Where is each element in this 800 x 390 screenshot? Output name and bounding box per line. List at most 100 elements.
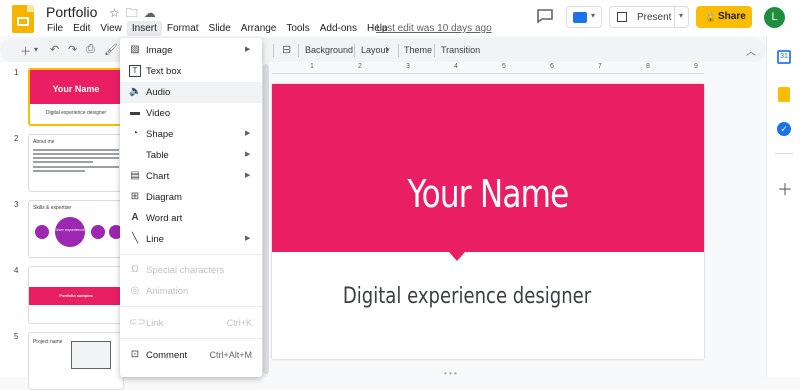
slide-number: 4 — [14, 266, 19, 275]
move-folder-icon[interactable]: 🗀 — [126, 6, 138, 20]
meet-button[interactable]: ▾ — [566, 6, 602, 28]
menu-file[interactable]: File — [42, 21, 68, 36]
new-slide-chevron-icon[interactable]: ▾ — [34, 45, 38, 54]
chevron-down-icon: ▾ — [591, 11, 596, 20]
submenu-arrow-icon: ▶ — [245, 151, 251, 158]
get-add-ons-icon[interactable]: ＋ — [777, 176, 793, 200]
menu-item-video[interactable]: ▬ Video — [120, 103, 262, 124]
menu-edit[interactable]: Edit — [68, 21, 95, 36]
share-button[interactable]: 🔒 Share — [696, 6, 752, 28]
menu-item-line[interactable]: ╲ Line ▶ — [120, 229, 262, 250]
menu-item-word-art[interactable]: A Word art — [120, 208, 262, 229]
scrollbar-thumb[interactable] — [263, 64, 269, 374]
menu-item-audio[interactable]: 🔈 Audio — [120, 82, 262, 103]
line-icon: ╲ — [131, 233, 139, 244]
title-band-pointer — [449, 252, 465, 261]
add-comment-icon[interactable]: ⊟ — [282, 43, 291, 56]
tasks-icon[interactable]: ✓ — [777, 122, 791, 136]
thumbnail-title: About me — [33, 139, 55, 145]
menu-arrange[interactable]: Arrange — [236, 21, 282, 36]
layout-button[interactable]: Layout — [361, 45, 388, 55]
filmstrip-scrollbar[interactable] — [263, 62, 269, 377]
account-avatar[interactable]: L — [764, 7, 785, 28]
menu-item-shape[interactable]: ◔ Shape ▶ — [120, 124, 262, 145]
app-header: Portfolio ☆ 🗀 ☁ File Edit View Insert Form… — [0, 0, 800, 36]
slide-thumbnail-4[interactable]: Portfolio samples — [28, 266, 124, 324]
slide-thumbnail-2[interactable]: About me — [28, 134, 124, 192]
menu-item-chart[interactable]: ▤ Chart ▶ — [120, 166, 262, 187]
menu-item-image[interactable]: ▨ Image ▶ — [120, 40, 262, 61]
new-slide-icon[interactable]: ＋ — [20, 43, 31, 59]
omega-icon: Ω — [131, 264, 139, 275]
menu-item-label: Audio — [146, 87, 171, 98]
undo-icon[interactable]: ↶ — [50, 43, 59, 56]
slide-thumbnail-1[interactable]: Your Name Digital experience designer — [28, 68, 124, 126]
thumbnail-circle — [35, 225, 49, 239]
thumbnail-title: Portfolio samples — [59, 293, 93, 298]
menu-item-label: Word art — [146, 213, 183, 224]
comment-history-button[interactable] — [536, 8, 554, 24]
menu-item-comment[interactable]: ⊡ Comment Ctrl+Alt+M — [120, 345, 262, 366]
background-button[interactable]: Background — [305, 45, 353, 55]
toolbar: ＋ ▾ ↶ ↷ ⎙ 🖌 ⊟ Background Layout ▾ Theme … — [0, 38, 766, 62]
present-button[interactable]: Present ▾ — [609, 6, 689, 28]
present-options-chevron-icon[interactable]: ▾ — [679, 11, 683, 20]
slide-title[interactable]: Your Name — [311, 172, 665, 216]
menu-item-link[interactable]: ⊂⊃ Link Ctrl+K — [120, 313, 262, 334]
video-icon: ▬ — [130, 107, 140, 118]
lock-icon: 🔒 — [705, 12, 717, 22]
menu-item-text-box[interactable]: T Text box — [120, 61, 262, 82]
slide-subtitle[interactable]: Digital experience designer — [307, 284, 627, 309]
menu-item-table[interactable]: Table ▶ — [120, 145, 262, 166]
menu-item-animation[interactable]: ◎ Animation — [120, 281, 262, 302]
theme-button[interactable]: Theme — [404, 45, 432, 55]
redo-icon[interactable]: ↷ — [68, 43, 77, 56]
menu-format[interactable]: Format — [162, 21, 204, 36]
slide-thumbnail-3[interactable]: Skills & expertise User experience — [28, 200, 124, 258]
layout-chevron-icon[interactable]: ▾ — [386, 46, 390, 54]
thumbnail-circle — [91, 225, 105, 239]
share-label: Share — [718, 11, 746, 22]
ruler-mark: 3 — [406, 63, 410, 70]
menu-separator — [120, 254, 262, 255]
calendar-icon[interactable]: 31 — [777, 50, 791, 64]
menu-add-ons[interactable]: Add-ons — [315, 21, 362, 36]
thumbnail-title: Project name — [33, 339, 63, 345]
transition-button[interactable]: Transition — [441, 45, 480, 55]
menu-view[interactable]: View — [95, 21, 127, 36]
toolbar-divider — [354, 44, 355, 57]
menu-item-label: Diagram — [146, 192, 182, 203]
menu-item-special-characters[interactable]: Ω Special characters — [120, 260, 262, 281]
document-title[interactable]: Portfolio — [46, 4, 97, 20]
slide-canvas[interactable]: Your Name Digital experience designer — [272, 84, 704, 359]
menu-slide[interactable]: Slide — [204, 21, 236, 36]
menu-tools[interactable]: Tools — [281, 21, 314, 36]
comment-icon: ⊡ — [130, 349, 140, 360]
print-icon[interactable]: ⎙ — [86, 43, 95, 56]
keep-icon[interactable] — [778, 87, 790, 102]
shape-icon: ◔ — [131, 128, 139, 139]
star-icon[interactable]: ☆ — [109, 6, 120, 20]
submenu-arrow-icon: ▶ — [245, 172, 251, 179]
paint-format-icon[interactable]: 🖌 — [104, 43, 118, 56]
animation-icon: ◎ — [130, 285, 140, 296]
present-divider — [674, 7, 675, 27]
menu-insert[interactable]: Insert — [126, 21, 162, 36]
menu-item-shortcut: Ctrl+Alt+M — [209, 350, 252, 360]
slide-number: 3 — [14, 200, 19, 209]
text-box-icon: T — [129, 65, 141, 77]
submenu-arrow-icon: ▶ — [245, 46, 251, 53]
thumbnail-device-image — [71, 341, 111, 369]
collapse-toolbar-icon[interactable]: ︿ — [746, 43, 756, 58]
menu-item-label: Line — [146, 234, 164, 245]
slides-logo[interactable] — [12, 5, 34, 33]
menu-item-diagram[interactable]: ⊞ Diagram — [120, 187, 262, 208]
image-icon: ▨ — [130, 44, 140, 55]
slide-thumbnail-5[interactable]: Project name — [28, 332, 124, 390]
last-edit-link[interactable]: Last edit was 10 days ago — [376, 23, 492, 34]
ruler-mark: 8 — [646, 63, 650, 70]
menu-item-label: Special characters — [146, 265, 225, 276]
meet-camera-icon — [573, 12, 587, 23]
cloud-status-icon[interactable]: ☁ — [144, 6, 156, 20]
ruler: 1 2 3 4 5 6 7 8 9 — [272, 62, 704, 74]
